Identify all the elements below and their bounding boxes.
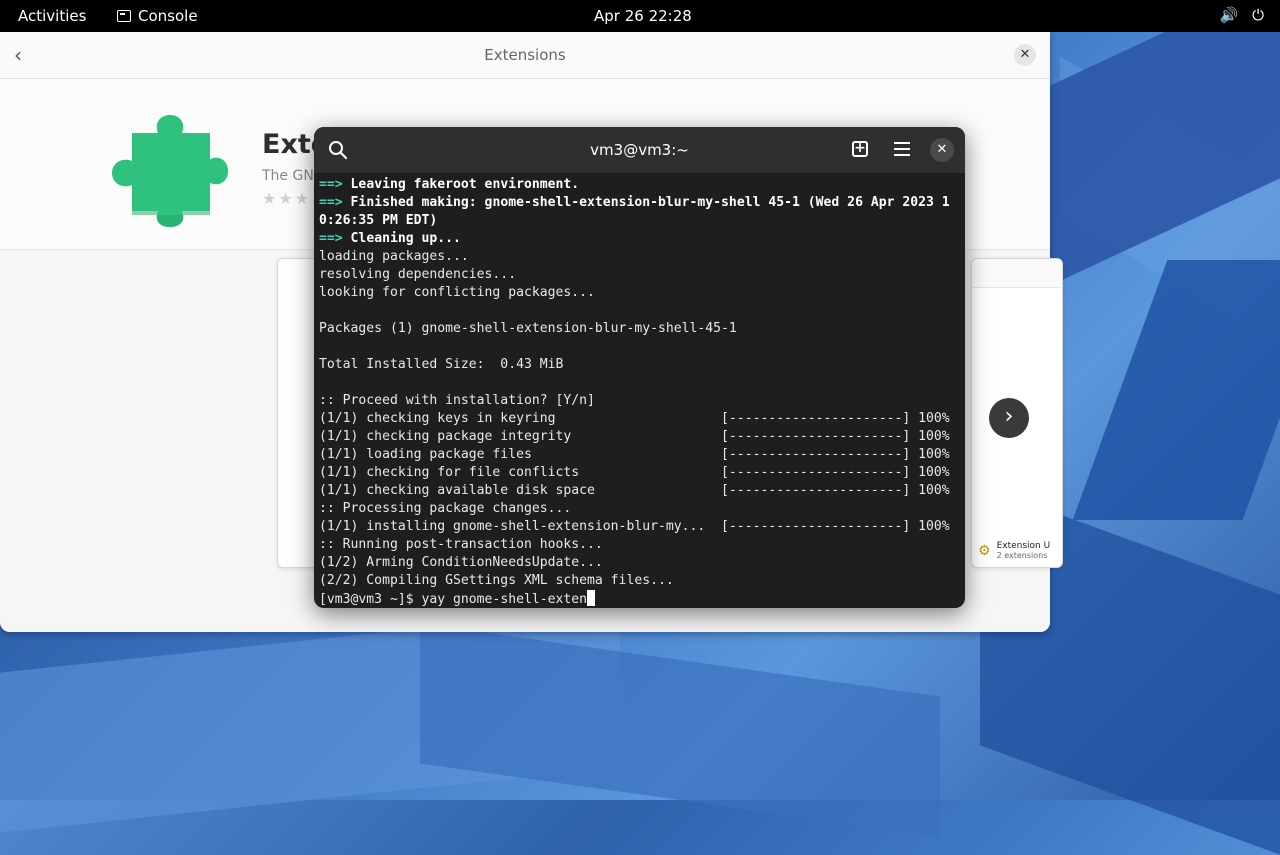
text-cursor bbox=[587, 590, 596, 606]
power-icon: ⏻ bbox=[1252, 6, 1264, 24]
activities-button[interactable]: Activities bbox=[18, 7, 86, 25]
close-button[interactable]: ✕ bbox=[1014, 44, 1036, 66]
carousel-next-button[interactable]: › bbox=[989, 398, 1029, 438]
screenshot-header bbox=[972, 259, 1062, 288]
terminal-line: resolving dependencies... bbox=[319, 266, 964, 284]
terminal-window[interactable]: vm3@vm3:~ + ✕ ==> Leaving fakeroot envir… bbox=[314, 127, 965, 608]
terminal-arrow: ==> bbox=[319, 231, 351, 246]
extension-update-item: ⚙ Extension U 2 extensions bbox=[978, 541, 1050, 560]
close-icon[interactable]: ✕ bbox=[930, 138, 954, 162]
terminal-line-text: (1/1) checking for file conflicts [-----… bbox=[319, 465, 950, 480]
terminal-icon bbox=[117, 10, 131, 22]
terminal-line: looking for conflicting packages... bbox=[319, 284, 964, 302]
focused-app-name: Console bbox=[138, 7, 198, 25]
menu-icon[interactable] bbox=[894, 142, 910, 160]
terminal-line-text: :: Processing package changes... bbox=[319, 501, 572, 516]
terminal-arrow: ==> bbox=[319, 177, 351, 192]
focused-app-menu[interactable]: Console bbox=[117, 7, 198, 25]
volume-icon: 🔊 bbox=[1219, 6, 1239, 24]
terminal-line-text: (2/2) Compiling GSettings XML schema fil… bbox=[319, 573, 674, 588]
terminal-output[interactable]: ==> Leaving fakeroot environment. ==> Fin… bbox=[319, 176, 964, 608]
command-input[interactable]: yay gnome-shell-exten bbox=[421, 592, 587, 607]
terminal-line: Packages (1) gnome-shell-extension-blur-… bbox=[319, 320, 964, 338]
terminal-line-text: Leaving fakeroot environment. bbox=[350, 177, 580, 192]
system-menu[interactable]: 🔊 ⏻ bbox=[1219, 6, 1264, 24]
terminal-line-text: (1/2) Arming ConditionNeedsUpdate... bbox=[319, 555, 603, 570]
terminal-line: (1/1) loading package files [-----------… bbox=[319, 446, 964, 464]
terminal-line-text: (1/1) loading package files [-----------… bbox=[319, 447, 950, 462]
window-title: Extensions bbox=[484, 46, 566, 64]
gear-icon: ⚙ bbox=[978, 542, 991, 559]
shell-prompt: [vm3@vm3 ~]$ bbox=[319, 592, 422, 607]
wallpaper-shape bbox=[420, 623, 940, 837]
terminal-arrow: ==> bbox=[319, 195, 351, 210]
terminal-line-text: Cleaning up... bbox=[350, 231, 461, 246]
terminal-line: Total Installed Size: 0.43 MiB bbox=[319, 356, 964, 374]
terminal-line-text: resolving dependencies... bbox=[319, 267, 517, 282]
terminal-line-text: :: Running post-transaction hooks... bbox=[319, 537, 603, 552]
terminal-line: ==> Leaving fakeroot environment. bbox=[319, 176, 964, 194]
update-subtitle: 2 extensions bbox=[996, 551, 1048, 560]
terminal-line-text: Total Installed Size: 0.43 MiB bbox=[319, 357, 564, 372]
terminal-line: (2/2) Compiling GSettings XML schema fil… bbox=[319, 572, 964, 590]
terminal-line-text: (1/1) checking keys in keyring [--------… bbox=[319, 411, 950, 426]
terminal-header-bar: vm3@vm3:~ + ✕ bbox=[314, 127, 965, 173]
new-tab-icon[interactable]: + bbox=[852, 141, 868, 157]
rating-stars: ★★★ bbox=[262, 189, 312, 208]
terminal-line-text: (1/1) checking package integrity [------… bbox=[319, 429, 950, 444]
top-bar: Activities Console Apr 26 22:28 🔊 ⏻ bbox=[0, 0, 1280, 32]
wallpaper-shape bbox=[1072, 260, 1280, 520]
terminal-line-text: (1/1) checking available disk space [---… bbox=[319, 483, 950, 498]
terminal-line: 0:26:35 PM EDT) bbox=[319, 212, 964, 230]
terminal-line-text: (1/1) installing gnome-shell-extension-b… bbox=[319, 519, 950, 534]
clock[interactable]: Apr 26 22:28 bbox=[594, 7, 692, 25]
terminal-line: (1/1) installing gnome-shell-extension-b… bbox=[319, 518, 964, 536]
puzzle-icon bbox=[112, 115, 228, 227]
terminal-line: :: Processing package changes... bbox=[319, 500, 964, 518]
terminal-prompt-line[interactable]: [vm3@vm3 ~]$ yay gnome-shell-exten bbox=[319, 590, 964, 608]
terminal-line: (1/1) checking package integrity [------… bbox=[319, 428, 964, 446]
terminal-line-text: Finished making: gnome-shell-extension-b… bbox=[350, 195, 950, 210]
terminal-line: (1/2) Arming ConditionNeedsUpdate... bbox=[319, 554, 964, 572]
terminal-line-text: loading packages... bbox=[319, 249, 469, 264]
terminal-line: ==> Finished making: gnome-shell-extensi… bbox=[319, 194, 964, 212]
extension-subtitle: The GN bbox=[262, 168, 314, 184]
header-bar: ‹ Extensions ✕ bbox=[0, 32, 1050, 79]
terminal-line-text: 0:26:35 PM EDT) bbox=[319, 213, 438, 228]
terminal-line: :: Running post-transaction hooks... bbox=[319, 536, 964, 554]
terminal-line-text: looking for conflicting packages... bbox=[319, 285, 595, 300]
terminal-line: loading packages... bbox=[319, 248, 964, 266]
terminal-line: (1/1) checking available disk space [---… bbox=[319, 482, 964, 500]
terminal-line-text: :: Proceed with installation? [Y/n] bbox=[319, 393, 595, 408]
terminal-line: (1/1) checking for file conflicts [-----… bbox=[319, 464, 964, 482]
terminal-line: (1/1) checking keys in keyring [--------… bbox=[319, 410, 964, 428]
update-title: Extension U bbox=[996, 541, 1051, 551]
terminal-line: ==> Cleaning up... bbox=[319, 230, 964, 248]
terminal-line-text: Packages (1) gnome-shell-extension-blur-… bbox=[319, 321, 737, 336]
terminal-line: :: Proceed with installation? [Y/n] bbox=[319, 392, 964, 410]
